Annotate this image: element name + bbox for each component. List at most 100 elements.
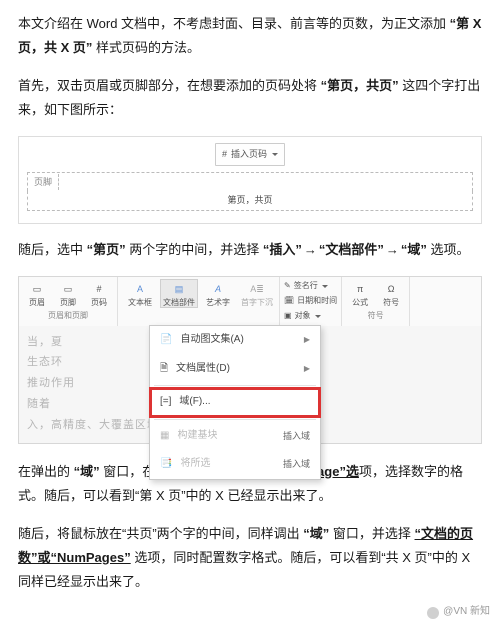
chevron-down-icon — [315, 315, 321, 318]
bold-text: “插入” — [263, 242, 302, 257]
text: 选项。 — [427, 242, 470, 257]
label: 页眉 — [29, 299, 45, 307]
calendar-icon: 🗓 — [284, 294, 294, 309]
autotext-menu-item[interactable]: 📄 自动图文集(A) ▶ — [150, 326, 320, 355]
text: 窗口，并选择 — [329, 526, 414, 541]
arrow-icon: → — [302, 242, 319, 257]
chevron-right-icon: ▶ — [304, 333, 310, 348]
step1-paragraph: 首先，双击页眉或页脚部分，在想要添加的页码处将 “第页，共页” 这四个字打出来，… — [18, 74, 482, 122]
hash-icon: # — [222, 146, 227, 163]
header-footer-group: ▭ 页眉 ▭ 页脚 # 页码 页眉和页脚 — [19, 277, 118, 325]
label: 符号 — [383, 299, 399, 307]
quick-parts-button[interactable]: ▤ 文档部件 — [161, 280, 197, 307]
save-selection-icon: 📑 — [160, 455, 172, 474]
step4-paragraph: 随后，将鼠标放在“共页”两个字的中间，同样调出 “域” 窗口，并选择 “文档的页… — [18, 522, 482, 594]
chevron-down-icon — [322, 285, 328, 288]
label: 域(F)... — [179, 393, 210, 412]
label: 页码 — [91, 299, 107, 307]
label: 文档属性(D) — [176, 360, 230, 379]
bold-text: “文档部件” — [319, 242, 384, 257]
step2-paragraph: 随后，选中 “第页” 两个字的中间，并选择 “插入”→“文档部件”→“域” 选项… — [18, 238, 482, 262]
label: 文档部件 — [163, 299, 195, 307]
object-icon: ▣ — [284, 309, 292, 324]
bold-text: “第页” — [87, 242, 126, 257]
tooltip-row: # 插入页码 — [27, 143, 473, 166]
signature-line-button[interactable]: ✎签名行 — [284, 279, 337, 294]
text: 本文介绍在 Word 文档中，不考虑封面、目录、前言等的页数，为正文添加 — [18, 16, 450, 31]
text: 随后，选中 — [18, 242, 87, 257]
group-label: 符号 — [346, 307, 405, 324]
tooltip-text: 插入域 — [283, 456, 310, 473]
label: 日期和时间 — [297, 294, 337, 309]
header-footer-screenshot: # 插入页码 页脚 第页，共页 — [18, 136, 482, 224]
menu-separator — [154, 385, 316, 386]
field-menu-item[interactable]: [=] 域(F)... — [150, 388, 320, 417]
text-group: A 文本框 ▤ 文档部件 A 艺术字 A≣ 首字下沉 — [118, 277, 280, 325]
page-number-icon: # — [90, 280, 108, 298]
wordart-icon: A — [209, 280, 227, 298]
insert-extras-group: ✎签名行 🗓日期和时间 ▣对象 — [280, 277, 342, 325]
menu-separator — [154, 419, 316, 420]
text-box-icon: A — [131, 280, 149, 298]
tooltip-label: 插入页码 — [231, 146, 267, 163]
equation-button[interactable]: π 公式 — [346, 280, 374, 307]
chevron-right-icon: ▶ — [304, 362, 310, 377]
footer-text: 第页，共页 — [32, 192, 468, 209]
symbols-group: π 公式 Ω 符号 符号 — [342, 277, 410, 325]
label: 将所选 — [180, 455, 210, 474]
object-button[interactable]: ▣对象 — [284, 309, 337, 324]
symbol-button[interactable]: Ω 符号 — [377, 280, 405, 307]
label: 构建基块 — [177, 427, 217, 446]
pi-icon: π — [351, 280, 369, 298]
bold-text: “域” — [401, 242, 427, 257]
drop-cap-icon: A≣ — [248, 280, 266, 298]
tooltip-text: 插入域 — [283, 428, 310, 445]
signature-icon: ✎ — [284, 279, 291, 294]
footer-label-row: 页脚 — [27, 172, 473, 192]
text: 在弹出的 — [18, 464, 74, 479]
chevron-down-icon — [272, 153, 278, 156]
text: 样式页码的方法。 — [92, 40, 200, 55]
label: 文本框 — [128, 299, 152, 307]
footer-content-row: 第页，共页 — [27, 191, 473, 211]
date-time-button[interactable]: 🗓日期和时间 — [284, 294, 337, 309]
blocks-icon: ▦ — [160, 427, 169, 446]
save-selection-menu-item[interactable]: 📑 将所选 插入域 — [150, 450, 320, 479]
label: 签名行 — [294, 279, 318, 294]
autotext-icon: 📄 — [160, 331, 172, 350]
intro-paragraph: 本文介绍在 Word 文档中，不考虑封面、目录、前言等的页数，为正文添加 “第 … — [18, 12, 482, 60]
document-property-menu-item[interactable]: 🗎 文档属性(D) ▶ — [150, 355, 320, 384]
insert-page-number-tooltip: # 插入页码 — [215, 143, 285, 166]
quick-parts-dropdown: 📄 自动图文集(A) ▶ 🗎 文档属性(D) ▶ [=] 域(F)... ▦ 构… — [149, 325, 321, 480]
ribbon-bar: ▭ 页眉 ▭ 页脚 # 页码 页眉和页脚 — [19, 277, 481, 325]
bold-text: “第页，共页” — [321, 78, 399, 93]
article-page: 本文介绍在 Word 文档中，不考虑封面、目录、前言等的页数，为正文添加 “第 … — [0, 0, 500, 628]
footer-icon: ▭ — [59, 280, 77, 298]
header-icon: ▭ — [28, 280, 46, 298]
header-button[interactable]: ▭ 页眉 — [23, 280, 51, 307]
group-label: 页眉和页脚 — [23, 307, 113, 324]
building-blocks-menu-item[interactable]: ▦ 构建基块 插入域 — [150, 422, 320, 451]
label: 艺术字 — [206, 299, 230, 307]
arrow-icon: → — [384, 242, 401, 257]
bold-text: “域” — [74, 464, 100, 479]
word-ribbon-screenshot: ▭ 页眉 ▭ 页脚 # 页码 页眉和页脚 — [18, 276, 482, 443]
text: 两个字的中间，并选择 — [126, 242, 263, 257]
watermark: @VN 新知 — [427, 603, 490, 622]
watermark-text: @VN 新知 — [443, 603, 490, 622]
field-icon: [=] — [160, 393, 171, 412]
footer-label: 页脚 — [32, 174, 59, 191]
omega-icon: Ω — [382, 280, 400, 298]
bold-text: “域” — [303, 526, 329, 541]
document-icon: 🗎 — [160, 360, 168, 379]
text-box-button[interactable]: A 文本框 — [122, 280, 158, 307]
label: 页脚 — [60, 299, 76, 307]
text: 首先，双击页眉或页脚部分，在想要添加的页码处将 — [18, 78, 321, 93]
page-number-button[interactable]: # 页码 — [85, 280, 113, 307]
label: 自动图文集(A) — [180, 331, 243, 350]
watermark-icon — [427, 607, 439, 619]
wordart-button[interactable]: A 艺术字 — [200, 280, 236, 307]
quick-parts-icon: ▤ — [170, 280, 188, 298]
footer-button[interactable]: ▭ 页脚 — [54, 280, 82, 307]
drop-cap-button[interactable]: A≣ 首字下沉 — [239, 280, 275, 307]
